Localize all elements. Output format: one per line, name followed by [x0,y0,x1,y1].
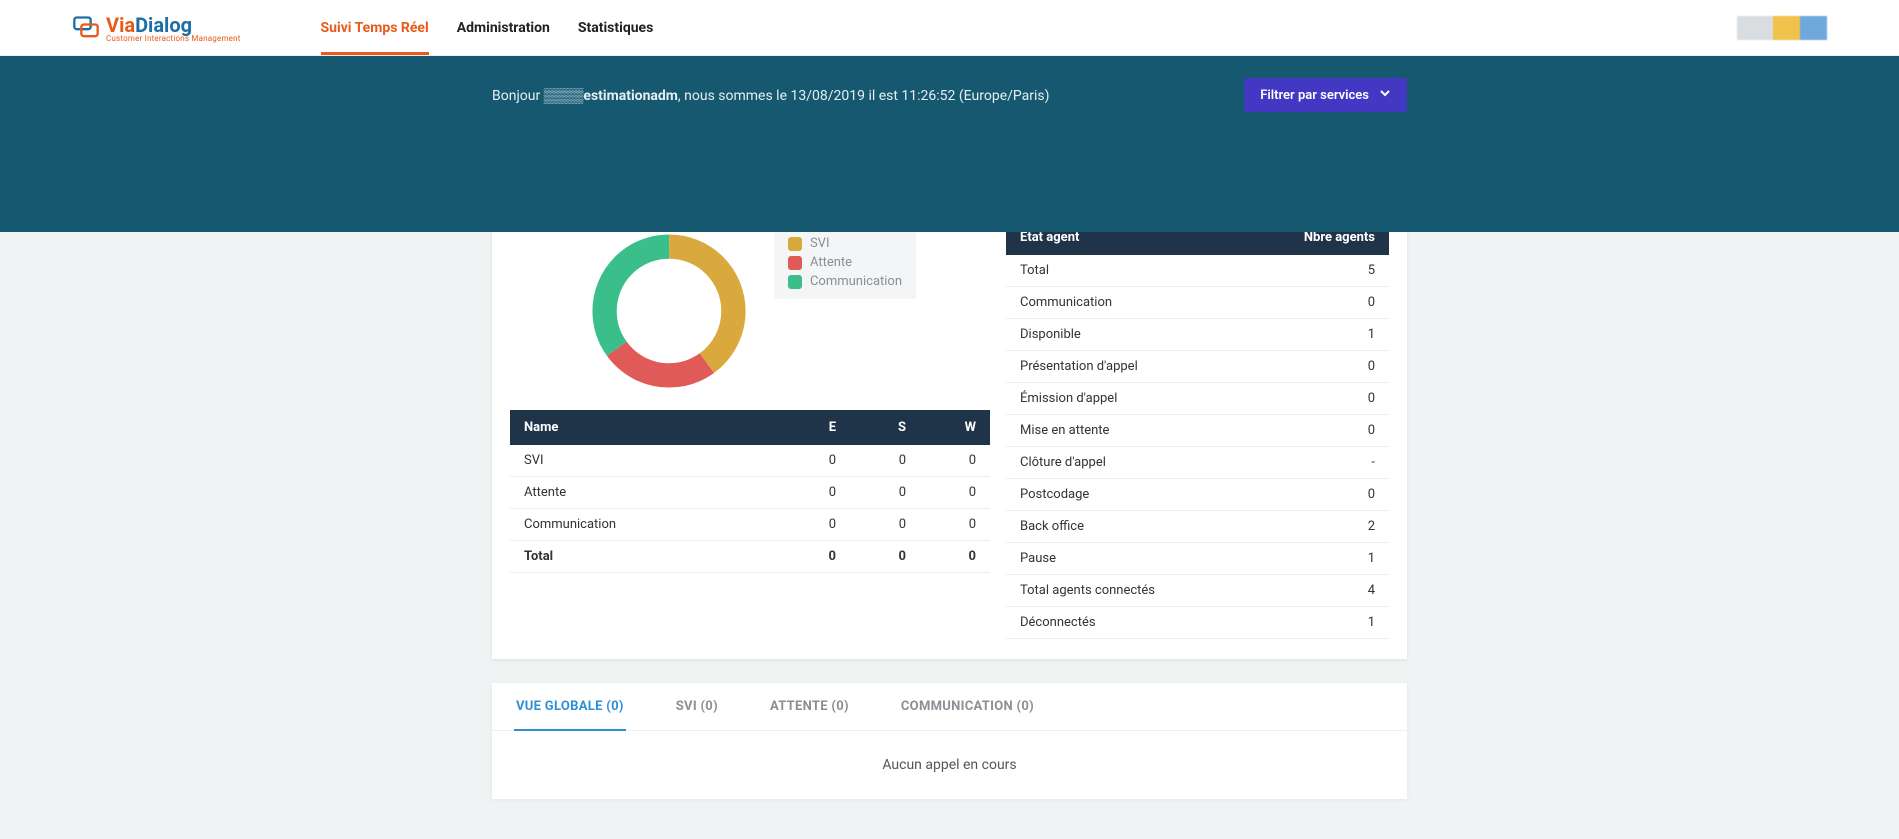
chevron-down-icon [1379,87,1391,103]
table-row: Postcodage0 [1006,479,1389,511]
tab-realtime[interactable]: Suivi Temps Réel [321,2,429,54]
nav-tabs: Suivi Temps Réel Administration Statisti… [321,2,654,54]
filter-button-label: Filtrer par services [1260,88,1369,103]
table-row: Déconnectés1 [1006,607,1389,639]
brand-tagline: Customer Interactions Management [106,34,241,43]
table-row: Total agents connectés4 [1006,575,1389,607]
top-nav: ViaDialog Customer Interactions Manageme… [0,0,1899,56]
table-row: Communication0 [1006,287,1389,319]
table-row: Pause1 [1006,543,1389,575]
greeting-text: Bonjour ▒▒▒▒estimationadm, nous sommes l… [492,87,1050,104]
table-row: Back office2 [1006,511,1389,543]
tab-attente[interactable]: ATTENTE (0) [768,683,851,730]
tab-vue-globale[interactable]: VUE GLOBALE (0) [514,683,626,730]
table-row: Émission d'appel0 [1006,383,1389,415]
legend-svi: SVI [788,234,902,253]
table-row-total: Total000 [510,541,990,573]
calls-empty-state: Aucun appel en cours [492,731,1407,799]
tab-svi[interactable]: SVI (0) [674,683,720,730]
tab-stats[interactable]: Statistiques [578,2,653,54]
brand-logo[interactable]: ViaDialog Customer Interactions Manageme… [72,13,241,43]
col-w: W [920,410,990,445]
table-row: Clôture d'appel- [1006,447,1389,479]
swatch-icon [788,275,802,289]
table-row: Mise en attente0 [1006,415,1389,447]
filter-services-button[interactable]: Filtrer par services [1244,78,1407,112]
table-row: Communication000 [510,509,990,541]
hero-banner: Bonjour ▒▒▒▒estimationadm, nous sommes l… [0,56,1899,232]
donut-chart [584,226,754,396]
legend-communication: Communication [788,272,902,291]
col-name: Name [510,410,780,445]
chat-bubble-icon [72,14,100,42]
user-avatar-obscured[interactable] [1737,16,1827,40]
legend-attente: Attente [788,253,902,272]
swatch-icon [788,237,802,251]
table-row: Total5 [1006,255,1389,287]
agent-state-table: État agent Nbre agents Total5Communicati… [1006,220,1389,639]
table-row: Présentation d'appel0 [1006,351,1389,383]
calls-tabs: VUE GLOBALE (0) SVI (0) ATTENTE (0) COMM… [492,683,1407,731]
tab-admin[interactable]: Administration [457,2,550,54]
calls-panel: VUE GLOBALE (0) SVI (0) ATTENTE (0) COMM… [492,683,1407,799]
table-row: Disponible1 [1006,319,1389,351]
swatch-icon [788,256,802,270]
chart-legend: SVI Attente Communication [774,226,916,299]
channel-table: Name E S W SVI000Attente000Communication… [510,410,990,573]
table-row: SVI000 [510,445,990,477]
col-s: S [850,410,920,445]
col-e: E [780,410,850,445]
tab-communication[interactable]: COMMUNICATION (0) [899,683,1036,730]
brand-name-a: Via [106,13,135,37]
table-row: Attente000 [510,477,990,509]
brand-name-b: Dialog [135,13,192,37]
